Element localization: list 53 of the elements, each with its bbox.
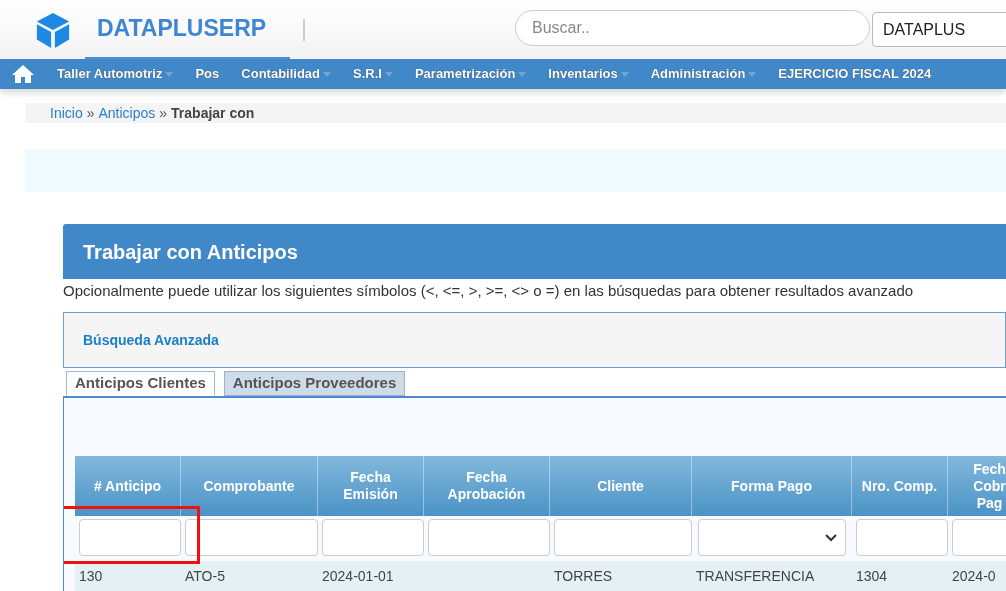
company-select[interactable]: DATAPLUS: [872, 12, 1006, 47]
home-icon[interactable]: [11, 64, 35, 84]
caret-icon: [620, 71, 629, 77]
nav-menu-item[interactable]: Contabilidad: [241, 64, 331, 84]
cube-logo-icon: [34, 10, 72, 49]
nav-menu-item[interactable]: Parametrización: [414, 64, 527, 84]
breadcrumb-separator: »: [159, 103, 168, 123]
brand-name[interactable]: DATAPLUSERP: [97, 11, 267, 46]
panel-title: Trabajar con Anticipos: [83, 239, 298, 265]
filter-input[interactable]: [952, 519, 1006, 556]
advanced-search-link[interactable]: Búsqueda Avanzada: [83, 329, 219, 351]
hint-text: Opcionalmente puede utilizar los siguientes símbolos (<, <=, >, >=, <> o =) en las búsquedas para obtener resultados avanzado: [63, 281, 915, 300]
tab[interactable]: Anticipos Proveedores: [223, 371, 406, 396]
filter-input[interactable]: [185, 519, 318, 556]
breadcrumb-link[interactable]: Inicio: [50, 102, 83, 124]
breadcrumb-separator: »: [86, 103, 95, 123]
filter-input[interactable]: [554, 519, 692, 556]
nav-menu-item[interactable]: Inventarios: [548, 64, 629, 84]
nav-menu-item[interactable]: Administración: [650, 64, 757, 84]
nav-menu-item[interactable]: Taller Automotriz: [57, 64, 174, 84]
breadcrumb-current: Trabajar con: [171, 103, 255, 123]
table-cell: 130: [79, 568, 103, 584]
search-field[interactable]: Buscar..: [515, 10, 870, 46]
column-header[interactable]: Fecha Aprobación: [424, 456, 550, 516]
column-header[interactable]: # Anticipo: [75, 456, 181, 516]
column-header[interactable]: Forma Pago: [692, 456, 852, 516]
filter-input[interactable]: [428, 519, 550, 556]
caret-icon: [384, 71, 393, 77]
filter-select[interactable]: [698, 519, 846, 556]
breadcrumb-link[interactable]: Anticipos: [98, 102, 156, 124]
caret-icon: [748, 71, 757, 77]
nav-menu-item[interactable]: EJERCICIO FISCAL 2024: [778, 64, 932, 84]
caret-icon: [165, 71, 174, 77]
column-header[interactable]: Comprobante: [181, 456, 318, 516]
table-cell: 2024-0: [952, 568, 996, 584]
nav-menu-item[interactable]: S.R.I: [353, 64, 393, 84]
chevron-down-icon: [825, 533, 837, 542]
table-cell: 2024-01-01: [322, 568, 394, 584]
caret-icon: [323, 71, 331, 77]
table-cell: TORRES: [554, 568, 613, 584]
table-cell: 1304: [856, 568, 888, 584]
table-cell: TRANSFERENCIA: [696, 568, 815, 584]
column-header[interactable]: Cliente: [550, 456, 692, 516]
column-header[interactable]: Fech Cobr Pag: [948, 456, 1006, 516]
filter-input[interactable]: [322, 519, 424, 556]
column-header[interactable]: Fecha Emisión: [318, 456, 424, 516]
filter-input[interactable]: [79, 519, 181, 556]
nav-menu-item[interactable]: Pos: [195, 64, 220, 84]
caret-icon: [518, 71, 527, 77]
table-cell: ATO-5: [185, 568, 225, 584]
column-header[interactable]: Nro. Comp.: [852, 456, 948, 516]
tab[interactable]: Anticipos Clientes: [66, 371, 215, 396]
filter-input[interactable]: [856, 519, 948, 556]
